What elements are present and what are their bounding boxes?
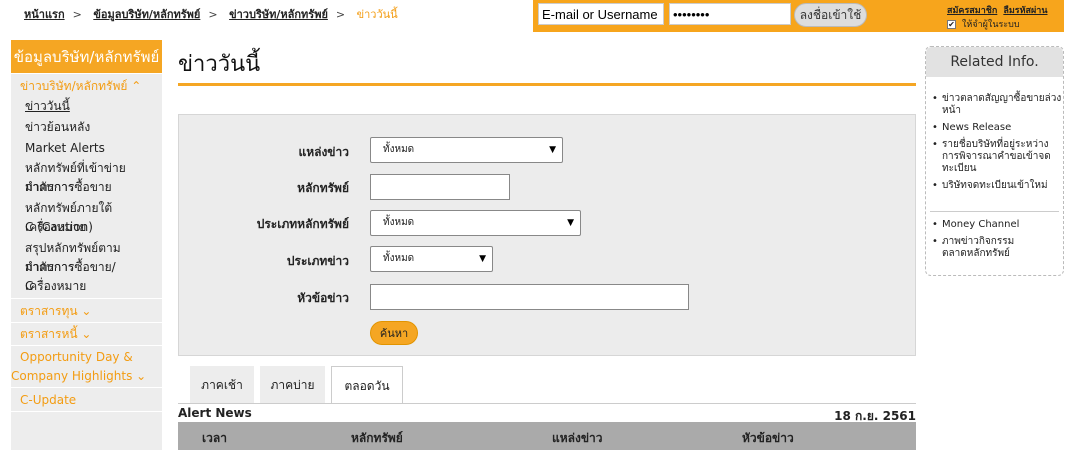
results-title: Alert News	[178, 406, 252, 420]
related-info-panel: Related Info. ข่าวตลาดสัญญาซื้อขายล่วงหน…	[925, 46, 1064, 276]
security-label: หลักทรัพย์	[297, 181, 349, 195]
related-links-group1: ข่าวตลาดสัญญาซื้อขายล่วงหน้า News Releas…	[930, 93, 1063, 197]
headline-label: หัวข้อข่าว	[297, 291, 349, 305]
sidebar-item-market-alerts[interactable]: Market Alerts	[25, 139, 105, 158]
sidebar-divider	[11, 322, 162, 323]
related-link-money-channel[interactable]: Money Channel	[930, 219, 1063, 231]
security-type-select[interactable]: ทั้งหมด ▼	[370, 210, 581, 236]
tab-afternoon[interactable]: ภาคบ่าย	[260, 366, 325, 404]
column-header-security[interactable]: หลักทรัพย์	[351, 429, 403, 448]
search-form: แหล่งข่าว ทั้งหมด ▼ หลักทรัพย์ ประเภทหลัก…	[178, 114, 916, 356]
related-links-group2: Money Channel ภาพข่าวกิจกรรมตลาดหลักทรัพ…	[930, 219, 1063, 265]
chevron-down-icon: ▼	[549, 145, 556, 155]
sidebar-divider	[11, 411, 162, 412]
related-link-set-activities[interactable]: ภาพข่าวกิจกรรมตลาดหลักทรัพย์	[930, 236, 1063, 260]
security-type-label: ประเภทหลักทรัพย์	[256, 217, 349, 231]
related-link-news-release[interactable]: News Release	[930, 122, 1063, 134]
search-button[interactable]: ค้นหา	[370, 321, 418, 345]
security-input[interactable]	[370, 174, 510, 200]
news-type-select-value: ทั้งหมด	[383, 253, 415, 264]
remember-checkbox[interactable]: ✔	[947, 20, 956, 29]
sidebar-divider	[11, 387, 162, 388]
sidebar-section-news[interactable]: ข่าวบริษัท/หลักทรัพย์ ⌃	[20, 77, 141, 96]
related-link-tfex-news[interactable]: ข่าวตลาดสัญญาซื้อขายล่วงหน้า	[930, 93, 1063, 117]
source-select[interactable]: ทั้งหมด ▼	[370, 137, 563, 163]
breadcrumb-company-info[interactable]: ข้อมูลบริษัท/หลักทรัพย์	[93, 8, 200, 21]
security-type-select-value: ทั้งหมด	[383, 217, 415, 228]
related-divider	[930, 211, 1059, 212]
related-link-new-listings[interactable]: บริษัทจดทะเบียนเข้าใหม่	[930, 180, 1063, 192]
sidebar-divider	[11, 298, 162, 299]
login-bar: ลงชื่อเข้าใช้ สมัครสมาชิก ลืมรหัสผ่าน ✔ ให…	[533, 0, 1064, 32]
title-underline	[178, 83, 916, 86]
remember-me[interactable]: ✔ ให้จำผู้ในระบบ	[947, 17, 1020, 31]
tab-morning[interactable]: ภาคเช้า	[190, 366, 254, 404]
sidebar-header[interactable]: ข้อมูลบริษัท/หลักทรัพย์	[11, 40, 162, 74]
tabs-baseline	[178, 403, 916, 404]
sidebar-section-cupdate[interactable]: C-Update	[20, 391, 76, 410]
register-link[interactable]: สมัครสมาชิก	[947, 6, 997, 16]
username-input[interactable]	[538, 3, 664, 25]
chevron-down-icon: ▼	[479, 254, 486, 264]
remember-label: ให้จำผู้ในระบบ	[962, 20, 1020, 30]
breadcrumb-company-news[interactable]: ข่าวบริษัท/หลักทรัพย์	[229, 8, 328, 21]
account-links: สมัครสมาชิก ลืมรหัสผ่าน	[947, 3, 1054, 17]
sidebar-section-equity[interactable]: ตราสารทุน ⌄	[20, 302, 91, 321]
sidebar-divider	[11, 345, 162, 346]
source-label: แหล่งข่าว	[298, 145, 349, 159]
forgot-password-link[interactable]: ลืมรหัสผ่าน	[1003, 6, 1047, 16]
column-header-time[interactable]: เวลา	[202, 429, 227, 448]
sidebar-item-news-history[interactable]: ข่าวย้อนหลัง	[25, 118, 90, 137]
sidebar-item-trading-measures-line2[interactable]: กำกับการซื้อขาย	[25, 178, 112, 197]
breadcrumb-current: ข่าววันนี้	[356, 8, 398, 21]
sidebar-item-today-news[interactable]: ข่าววันนี้	[25, 97, 70, 116]
related-link-pending-listing[interactable]: รายชื่อบริษัทที่อยู่ระหว่างการพิจารณาคำข…	[930, 139, 1063, 175]
breadcrumb: หน้าแรก > ข้อมูลบริษัท/หลักทรัพย์ > ข่าวบร…	[24, 8, 398, 21]
news-type-select[interactable]: ทั้งหมด ▼	[370, 246, 493, 272]
sidebar-item-caution-line2[interactable]: C (Caution)	[25, 218, 93, 237]
sidebar-item-summary-line2[interactable]: กำกับการซื้อขาย/เครื่องหมาย	[25, 258, 162, 296]
password-input[interactable]	[669, 3, 791, 25]
chevron-down-icon: ▼	[567, 218, 574, 228]
column-header-headline[interactable]: หัวข้อข่าว	[742, 429, 794, 448]
sidebar-section-oppday-line2[interactable]: Company Highlights ⌄	[11, 367, 146, 386]
results-table-header: เวลา หลักทรัพย์ แหล่งข่าว หัวข้อข่าว	[178, 422, 916, 450]
news-type-label: ประเภทข่าว	[286, 254, 349, 268]
sidebar-item-summary-line3[interactable]: C	[25, 277, 33, 296]
sidebar-section-debt[interactable]: ตราสารหนี้ ⌄	[20, 325, 91, 344]
tab-all-day[interactable]: ตลอดวัน	[331, 366, 403, 404]
headline-input[interactable]	[370, 284, 689, 310]
login-button[interactable]: ลงชื่อเข้าใช้	[794, 3, 867, 27]
breadcrumb-home[interactable]: หน้าแรก	[24, 8, 65, 21]
sidebar-section-oppday-line1[interactable]: Opportunity Day &	[20, 348, 133, 367]
related-info-title: Related Info.	[926, 47, 1063, 77]
column-header-source[interactable]: แหล่งข่าว	[552, 429, 603, 448]
page-title: ข่าววันนี้	[178, 52, 261, 77]
source-select-value: ทั้งหมด	[383, 144, 415, 155]
sidebar: ข่าวบริษัท/หลักทรัพย์ ⌃ ข่าววันนี้ ข่าวย…	[11, 40, 162, 450]
